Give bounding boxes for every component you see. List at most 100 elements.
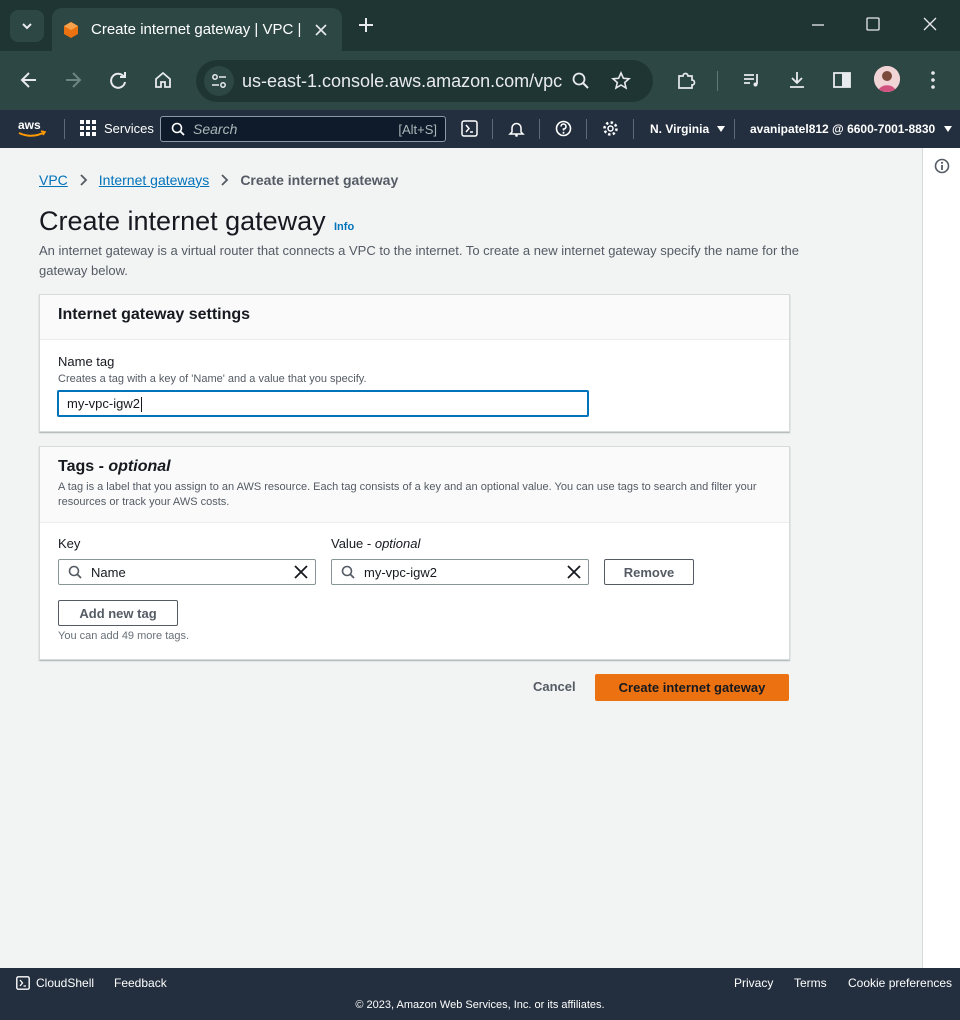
tag-value-value: my-vpc-igw2 — [364, 564, 437, 580]
side-panel-icon[interactable] — [831, 69, 853, 91]
tags-panel: Tags - optional A tag is a label that yo… — [39, 446, 790, 660]
bookmark-star-icon[interactable] — [611, 71, 631, 91]
console-footer: CloudShell Feedback Privacy Terms Cookie… — [0, 968, 960, 1020]
footer-privacy-link[interactable]: Privacy — [734, 976, 773, 990]
breadcrumb-internet-gateways[interactable]: Internet gateways — [99, 172, 210, 188]
address-url: us-east-1.console.aws.amazon.com/vpc/hom… — [242, 71, 562, 91]
search-icon — [68, 565, 82, 579]
region-label: N. Virginia — [650, 122, 710, 136]
zoom-icon[interactable] — [571, 71, 591, 91]
account-menu[interactable]: avanipatel812 @ 6600-7001-8830 — [750, 122, 953, 136]
home-icon[interactable] — [152, 69, 174, 91]
footer-copyright: © 2023, Amazon Web Services, Inc. or its… — [355, 999, 605, 1011]
forward-arrow-icon[interactable] — [62, 69, 84, 91]
chevron-down-icon — [22, 23, 32, 30]
footer-feedback-link[interactable]: Feedback — [114, 976, 167, 990]
aws-favicon-icon — [64, 21, 78, 38]
tag-value-label: Value - optional — [331, 536, 420, 551]
new-tab-plus-icon[interactable] — [356, 15, 376, 35]
nav-divider — [586, 119, 587, 139]
aws-logo[interactable]: aws — [17, 118, 47, 145]
site-settings-icon[interactable] — [204, 66, 234, 96]
media-control-icon[interactable] — [741, 69, 763, 91]
info-link[interactable]: Info — [334, 221, 354, 233]
name-tag-input[interactable]: my-vpc-igw2 — [57, 390, 589, 417]
tags-heading-main: Tags - — [58, 458, 109, 475]
clear-x-icon[interactable] — [567, 565, 581, 579]
account-label: avanipatel812 @ 6600-7001-8830 — [750, 122, 936, 136]
chevron-right-icon — [79, 174, 88, 186]
remove-tag-button[interactable]: Remove — [604, 559, 694, 585]
main-content: VPC Internet gateways Create internet ga… — [0, 148, 922, 968]
name-tag-label: Name tag — [58, 354, 115, 369]
add-new-tag-button[interactable]: Add new tag — [58, 600, 178, 626]
nav-divider — [492, 119, 493, 139]
settings-gear-icon[interactable] — [602, 120, 619, 137]
footer-cloudshell-label: CloudShell — [36, 976, 95, 990]
tag-value-label-optional: optional — [374, 536, 421, 551]
text-cursor — [140, 397, 142, 413]
tab-search-button[interactable] — [10, 10, 44, 42]
search-icon — [171, 122, 185, 136]
tags-remaining-note: You can add 49 more tags. — [58, 630, 190, 642]
back-arrow-icon[interactable] — [18, 69, 40, 91]
page-title: Create internet gateway — [39, 206, 326, 236]
maximize-icon[interactable] — [863, 14, 883, 34]
search-shortcut: [Alt+S] — [398, 121, 437, 137]
tag-value-label-main: Value - — [331, 536, 375, 551]
aws-top-nav: aws Services Search [Alt+S] N. Virginia … — [0, 110, 960, 148]
footer-terms-link[interactable]: Terms — [794, 976, 827, 990]
download-icon[interactable] — [786, 69, 808, 91]
tags-panel-header: Tags - optional A tag is a label that yo… — [40, 447, 789, 523]
footer-cloudshell-link[interactable]: CloudShell — [16, 976, 94, 990]
profile-avatar[interactable] — [874, 66, 900, 92]
chevron-right-icon — [220, 174, 229, 186]
close-window-icon[interactable] — [920, 14, 940, 34]
tag-key-input[interactable]: Name — [58, 559, 316, 585]
settings-panel-header: Internet gateway settings — [40, 295, 789, 340]
browser-tab-active[interactable]: Create internet gateway | VPC | us-east-… — [52, 8, 342, 51]
breadcrumb-current: Create internet gateway — [240, 172, 399, 188]
tags-panel-heading: Tags - optional — [58, 458, 771, 476]
address-bar[interactable]: us-east-1.console.aws.amazon.com/vpc/hom… — [196, 60, 653, 102]
extensions-puzzle-icon[interactable] — [675, 69, 697, 91]
tab-close-icon[interactable] — [315, 23, 327, 36]
tags-panel-description: A tag is a label that you assign to an A… — [58, 481, 757, 508]
svg-text:aws: aws — [18, 118, 41, 132]
tag-key-value: Name — [91, 564, 126, 580]
help-icon[interactable] — [555, 120, 572, 137]
info-circle-icon[interactable] — [934, 158, 950, 179]
services-label: Services — [104, 120, 154, 136]
toolbar-divider — [717, 71, 718, 91]
browser-menu-icon[interactable] — [922, 69, 944, 91]
settings-panel-heading: Internet gateway settings — [58, 306, 251, 323]
browser-toolbar: us-east-1.console.aws.amazon.com/vpc/hom… — [0, 51, 960, 110]
page-description: An internet gateway is a virtual router … — [39, 243, 799, 278]
clear-x-icon[interactable] — [294, 565, 308, 579]
cancel-button[interactable]: Cancel — [533, 679, 576, 694]
region-selector[interactable]: N. Virginia — [650, 122, 726, 136]
caret-down-icon — [943, 126, 952, 132]
cloudshell-icon[interactable] — [461, 120, 478, 137]
aws-search-input[interactable]: Search [Alt+S] — [160, 116, 446, 142]
minimize-icon[interactable] — [808, 14, 828, 34]
tags-heading-optional: optional — [108, 458, 171, 475]
grid-icon — [80, 120, 96, 136]
services-menu[interactable]: Services — [80, 120, 154, 136]
cloudshell-icon — [16, 976, 30, 990]
settings-panel: Internet gateway settings Name tag Creat… — [39, 294, 790, 432]
tag-value-input[interactable]: my-vpc-igw2 — [331, 559, 589, 585]
reload-icon[interactable] — [107, 69, 129, 91]
search-icon — [341, 565, 355, 579]
nav-divider — [734, 119, 735, 139]
footer-cookie-link[interactable]: Cookie preferences — [848, 976, 952, 990]
tag-key-label: Key — [58, 536, 81, 551]
search-placeholder: Search — [193, 121, 238, 137]
notifications-bell-icon[interactable] — [508, 120, 525, 137]
breadcrumb: VPC Internet gateways Create internet ga… — [39, 172, 398, 188]
browser-tab-bar: Create internet gateway | VPC | us-east-… — [0, 0, 960, 51]
nav-divider — [633, 119, 634, 139]
breadcrumb-vpc[interactable]: VPC — [39, 172, 68, 188]
name-tag-description: Creates a tag with a key of 'Name' and a… — [58, 373, 367, 385]
create-internet-gateway-button[interactable]: Create internet gateway — [595, 674, 789, 701]
